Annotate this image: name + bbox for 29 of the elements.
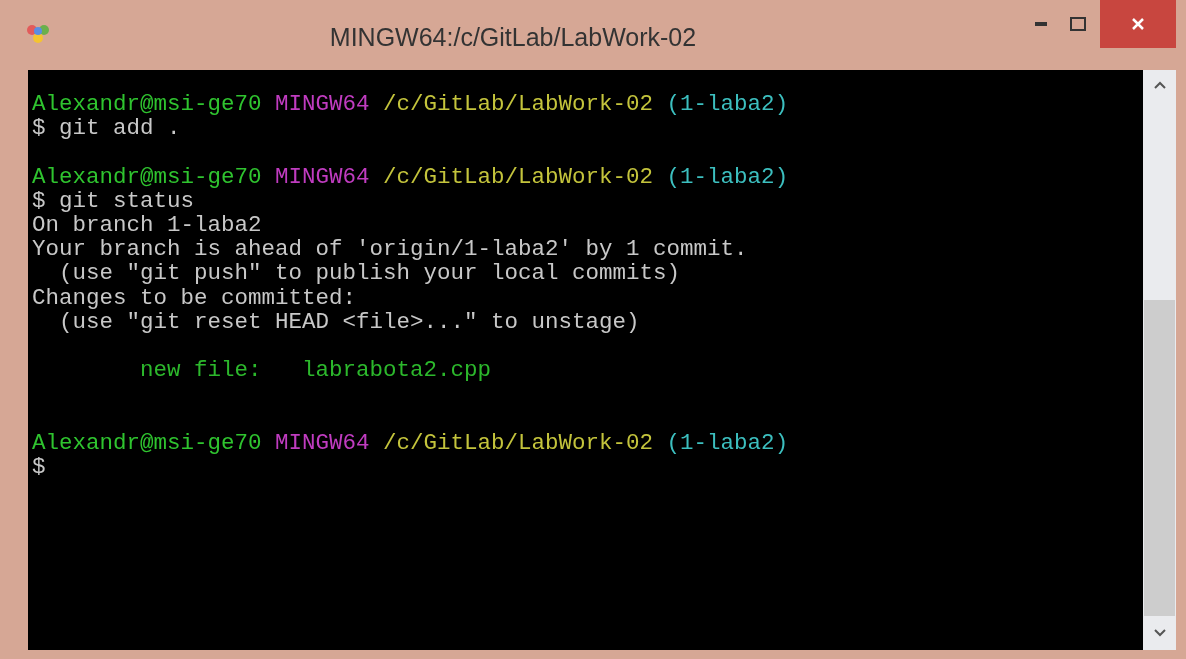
terminal-output: (use "git reset HEAD <file>..." to unstage) [59, 309, 640, 334]
terminal-output: (use "git push" to publish your local commits) [58, 261, 681, 286]
terminal-output: On branch 1-laba2 [32, 212, 262, 238]
prompt-user: Alexandr@msi-ge70 [32, 92, 262, 117]
prompt-host: MINGW64 [275, 164, 370, 189]
terminal-output: $ git status [32, 188, 195, 213]
minimize-icon [1035, 22, 1047, 26]
terminal-output: Changes to be committed: [32, 285, 357, 310]
prompt-branch: (1-laba2) [666, 430, 789, 455]
prompt-host: MINGW64 [275, 92, 370, 117]
scroll-down-icon [1153, 629, 1166, 637]
prompt-user: Alexandr@msi-ge70 [32, 430, 262, 455]
scroll-up-icon [1153, 81, 1166, 89]
scrollbar-thumb[interactable] [1144, 300, 1175, 616]
app-logo-icon [26, 24, 50, 44]
terminal-output: Your branch is ahead of 'origin/1-laba2' by 1 commit. [32, 237, 748, 262]
prompt-path: /c/GitLab/LabWork-02 [383, 430, 654, 455]
staged-file-line: new file: labrabota2.cpp [139, 358, 492, 383]
prompt-path: /c/GitLab/LabWork-02 [383, 164, 654, 189]
prompt-host: MINGW64 [275, 430, 370, 455]
maximize-icon [1070, 17, 1086, 31]
terminal-output: $ [32, 454, 46, 479]
prompt-branch: (1-laba2) [666, 92, 789, 117]
prompt-path: /c/GitLab/LabWork-02 [383, 92, 654, 117]
window-title: MINGW64:/c/GitLab/LabWork-02 [329, 22, 697, 52]
terminal-output: $ git add . [32, 116, 181, 141]
prompt-user: Alexandr@msi-ge70 [32, 164, 262, 189]
prompt-branch: (1-laba2) [666, 164, 789, 189]
close-icon [1131, 17, 1145, 31]
